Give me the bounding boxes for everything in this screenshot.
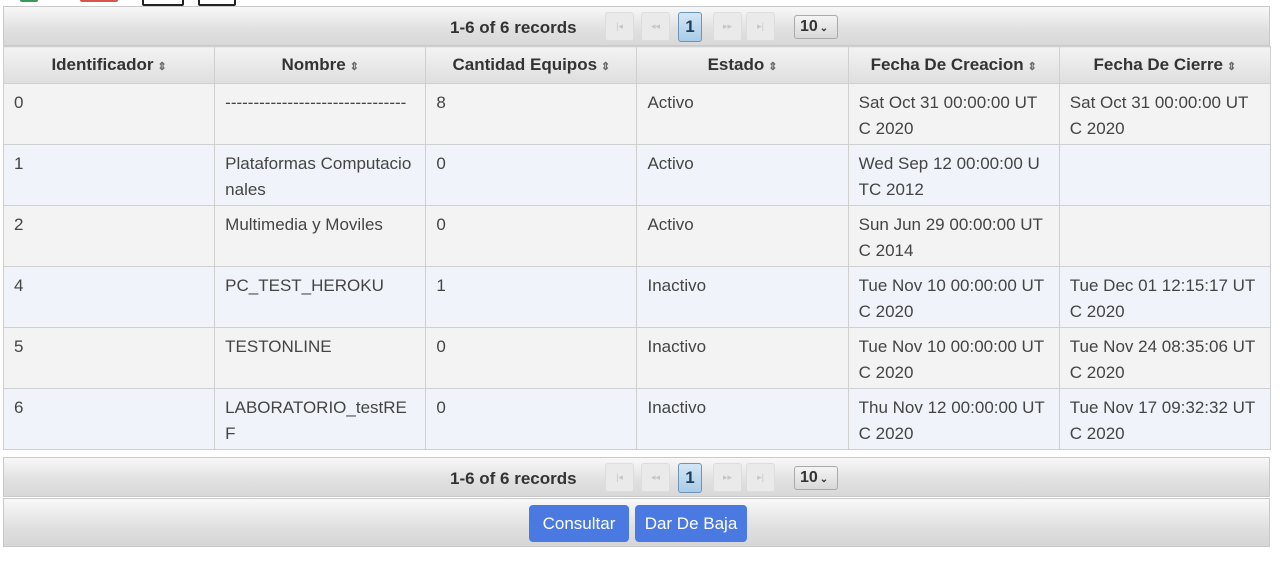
export-icon[interactable] <box>20 0 38 2</box>
cell-identificador: 4 <box>2 266 216 328</box>
table-row[interactable]: 4 PC_TEST_HEROKU 1 Inactivo Tue Nov 10 0… <box>2 266 1272 328</box>
cell-cantidad-equipos: 0 <box>425 388 638 450</box>
prev-page-icon: ◂◂ <box>650 472 661 482</box>
cell-estado: Inactivo <box>636 266 849 328</box>
cell-fecha-creacion: Wed Sep 12 00:00:00 UTC 2012 <box>847 144 1060 206</box>
cell-fecha-cierre: Tue Dec 01 12:15:17 UTC 2020 <box>1058 266 1272 328</box>
cell-fecha-cierre: Sat Oct 31 00:00:00 UTC 2020 <box>1058 83 1272 145</box>
sort-icon: ⇕ <box>601 61 611 73</box>
cell-cantidad-equipos: 8 <box>425 83 638 145</box>
cell-estado: Activo <box>636 144 849 206</box>
cell-fecha-creacion: Tue Nov 10 00:00:00 UTC 2020 <box>847 266 1060 328</box>
last-page-icon: ▸| <box>757 21 764 31</box>
col-fecha-cierre[interactable]: Fecha De Cierre ⇕ <box>1058 46 1272 84</box>
cell-fecha-cierre: Tue Nov 24 08:35:06 UTC 2020 <box>1058 327 1272 389</box>
cell-identificador: 0 <box>2 83 216 145</box>
dar-de-baja-button[interactable]: Dar De Baja <box>635 505 747 542</box>
cell-fecha-creacion: Sun Jun 29 00:00:00 UTC 2014 <box>847 205 1060 267</box>
cell-fecha-creacion: Thu Nov 12 00:00:00 UTC 2020 <box>847 388 1060 450</box>
col-cantidad-equipos[interactable]: Cantidad Equipos ⇕ <box>425 46 638 84</box>
consultar-button[interactable]: Consultar <box>529 505 629 542</box>
col-estado[interactable]: Estado ⇕ <box>636 46 849 84</box>
sort-icon: ⇕ <box>157 61 167 73</box>
page-1-button[interactable]: 1 <box>678 12 702 42</box>
prev-page-button[interactable]: ◂◂ <box>641 12 670 41</box>
data-table: Identificador ⇕ Nombre ⇕ Cantidad Equipos ⇕… <box>2 46 1272 450</box>
cell-nombre: LABORATORIO_testREF <box>214 388 427 450</box>
last-page-button[interactable]: ▸| <box>746 463 775 492</box>
cell-nombre: TESTONLINE <box>214 327 427 389</box>
records-summary: 1-6 of 6 records <box>450 469 577 488</box>
cell-estado: Inactivo <box>636 327 849 389</box>
first-page-icon: |◂ <box>616 472 623 482</box>
cell-nombre: Multimedia y Moviles <box>214 205 427 267</box>
chevron-down-icon: ⌄ <box>819 23 829 34</box>
cell-estado: Inactivo <box>636 388 849 450</box>
table-row[interactable]: 0 -------------------------------- 8 Act… <box>2 83 1272 145</box>
last-page-button[interactable]: ▸| <box>746 12 775 41</box>
cell-nombre: PC_TEST_HEROKU <box>214 266 427 328</box>
records-summary: 1-6 of 6 records <box>450 18 577 37</box>
cell-cantidad-equipos: 0 <box>425 144 638 206</box>
cell-cantidad-equipos: 0 <box>425 205 638 267</box>
next-page-button[interactable]: ▸▸ <box>713 463 742 492</box>
cell-identificador: 6 <box>2 388 216 450</box>
sort-icon: ⇕ <box>1027 61 1037 73</box>
rows-per-page-select[interactable]: 10 ⌄ <box>794 466 838 490</box>
table-row[interactable]: 1 Plataformas Computacionales 0 Activo W… <box>2 144 1272 206</box>
chevron-down-icon: ⌄ <box>819 474 829 485</box>
rows-per-page-select[interactable]: 10 ⌄ <box>794 15 838 39</box>
col-identificador[interactable]: Identificador ⇕ <box>2 46 216 84</box>
next-page-icon: ▸▸ <box>722 472 733 482</box>
cell-fecha-cierre <box>1058 205 1272 267</box>
header-row: Identificador ⇕ Nombre ⇕ Cantidad Equipos ⇕… <box>2 46 1272 84</box>
cell-fecha-cierre: Tue Nov 17 09:32:32 UTC 2020 <box>1058 388 1272 450</box>
cell-identificador: 5 <box>2 327 216 389</box>
table-row[interactable]: 2 Multimedia y Moviles 0 Activo Sun Jun … <box>2 205 1272 267</box>
sort-icon: ⇕ <box>349 61 359 73</box>
cell-fecha-cierre <box>1058 144 1272 206</box>
cell-cantidad-equipos: 0 <box>425 327 638 389</box>
sort-icon: ⇕ <box>768 61 778 73</box>
first-page-icon: |◂ <box>616 21 623 31</box>
table-row[interactable]: 5 TESTONLINE 0 Inactivo Tue Nov 10 00:00… <box>2 327 1272 389</box>
cell-estado: Activo <box>636 83 849 145</box>
first-page-button[interactable]: |◂ <box>605 463 634 492</box>
cell-nombre: -------------------------------- <box>214 83 427 145</box>
cell-cantidad-equipos: 1 <box>425 266 638 328</box>
next-page-icon: ▸▸ <box>722 21 733 31</box>
table-row[interactable]: 6 LABORATORIO_testREF 0 Inactivo Thu Nov… <box>2 388 1272 450</box>
prev-page-icon: ◂◂ <box>650 21 661 31</box>
cell-fecha-creacion: Sat Oct 31 00:00:00 UTC 2020 <box>847 83 1060 145</box>
cell-identificador: 2 <box>2 205 216 267</box>
page-1-button[interactable]: 1 <box>678 463 702 493</box>
next-page-button[interactable]: ▸▸ <box>713 12 742 41</box>
cell-identificador: 1 <box>2 144 216 206</box>
col-nombre[interactable]: Nombre ⇕ <box>214 46 427 84</box>
cell-fecha-creacion: Tue Nov 10 00:00:00 UTC 2020 <box>847 327 1060 389</box>
sort-icon: ⇕ <box>1227 61 1237 73</box>
cell-estado: Activo <box>636 205 849 267</box>
action-bar: Consultar Dar De Baja <box>3 498 1270 547</box>
paginator-top: 1-6 of 6 records |◂ ◂◂ 1 ▸▸ ▸| 10 ⌄ <box>3 6 1270 46</box>
prev-page-button[interactable]: ◂◂ <box>641 463 670 492</box>
last-page-icon: ▸| <box>757 472 764 482</box>
first-page-button[interactable]: |◂ <box>605 12 634 41</box>
cell-nombre: Plataformas Computacionales <box>214 144 427 206</box>
col-fecha-creacion[interactable]: Fecha De Creacion ⇕ <box>847 46 1060 84</box>
pdf-icon[interactable] <box>80 0 118 2</box>
paginator-bottom: 1-6 of 6 records |◂ ◂◂ 1 ▸▸ ▸| 10 ⌄ <box>3 457 1270 497</box>
